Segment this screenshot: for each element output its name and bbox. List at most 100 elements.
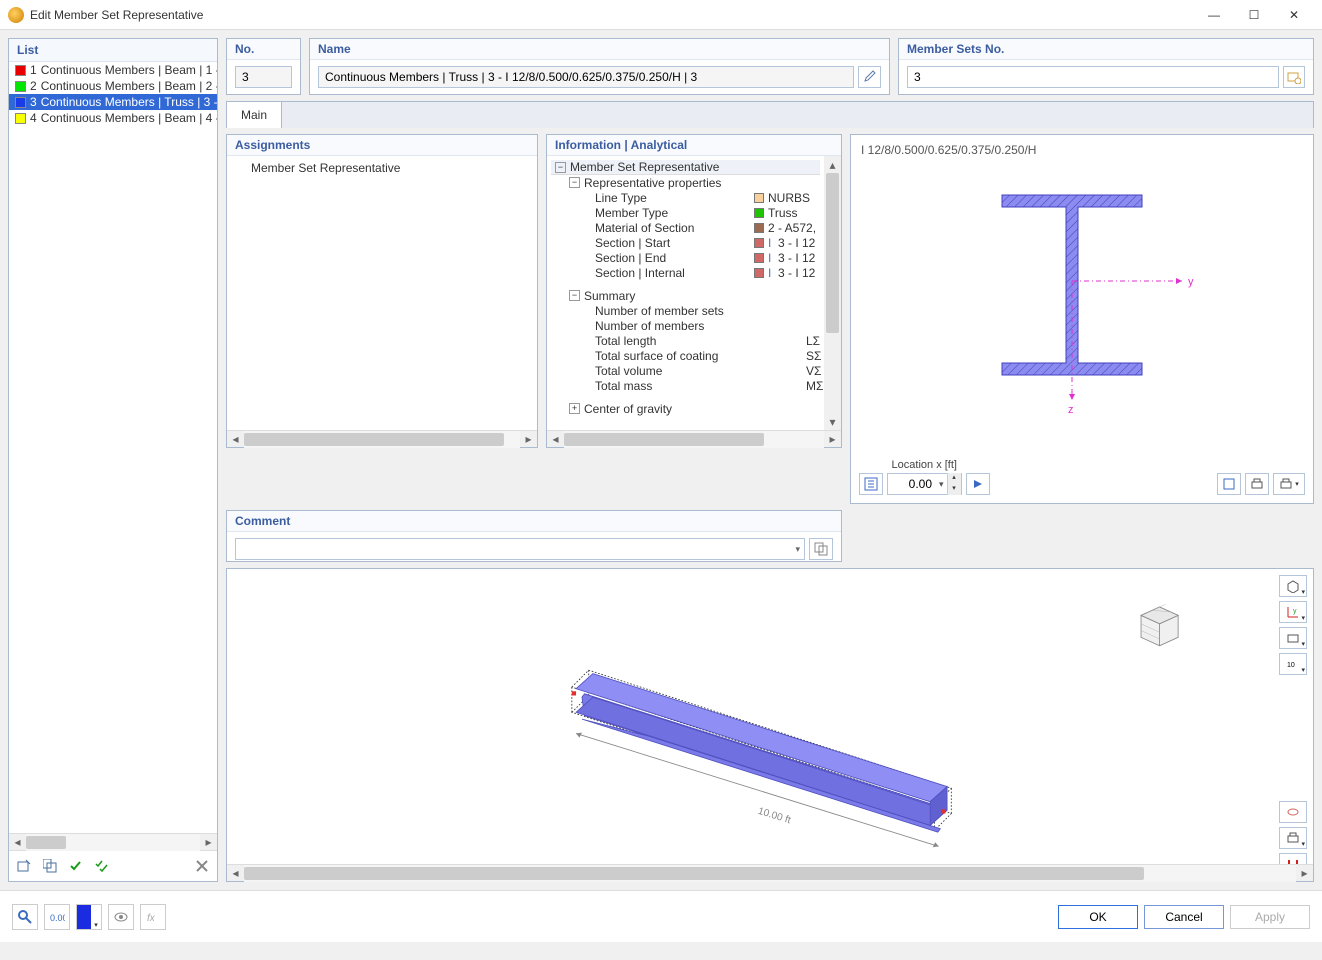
scroll-right-icon[interactable]: ▸	[200, 834, 217, 851]
scroll-left-icon[interactable]: ◂	[547, 431, 564, 448]
location-go-button[interactable]	[966, 473, 990, 495]
scroll-right-icon[interactable]: ▸	[824, 431, 841, 448]
pick-member-sets-button[interactable]	[1283, 66, 1305, 88]
list-item-label: Continuous Members | Beam | 1 -	[41, 63, 217, 77]
maximize-button[interactable]: ☐	[1234, 0, 1274, 30]
list-item-idx: 4	[30, 111, 37, 125]
check-all-button[interactable]	[91, 855, 113, 877]
close-button[interactable]: ✕	[1274, 0, 1314, 30]
info-num-members[interactable]: Number of members	[551, 318, 820, 333]
list-item[interactable]: 3 Continuous Members | Truss | 3 -	[9, 94, 217, 110]
info-summary[interactable]: − Summary	[551, 288, 820, 303]
color-button[interactable]: ▾	[76, 904, 102, 930]
info-scrollbar-h[interactable]: ◂ ▸	[547, 430, 841, 447]
member-sets-group: Member Sets No.	[898, 38, 1314, 95]
color-swatch	[15, 81, 26, 92]
list-item[interactable]: 4 Continuous Members | Beam | 4 -	[9, 110, 217, 126]
comment-combo[interactable]: ▾	[235, 538, 805, 560]
assignments-panel: Assignments Member Set Representative ◂ …	[226, 134, 538, 448]
scroll-up-icon[interactable]: ▴	[824, 156, 841, 173]
scroll-right-icon[interactable]: ▸	[1296, 865, 1313, 882]
info-scrollbar-v[interactable]: ▴ ▾	[824, 156, 841, 430]
copy-item-button[interactable]	[39, 855, 61, 877]
collapse-icon[interactable]: −	[569, 177, 580, 188]
member-sets-field[interactable]	[907, 66, 1279, 88]
info-root[interactable]: − Member Set Representative	[551, 160, 820, 175]
apply-button[interactable]: Apply	[1230, 905, 1310, 929]
info-num-sets[interactable]: Number of member sets	[551, 303, 820, 318]
view-iso-button[interactable]: ▾	[1279, 575, 1307, 597]
info-panel: Information | Analytical − Member Set Re…	[546, 134, 842, 448]
list-scrollbar[interactable]: ◂ ▸	[9, 833, 217, 850]
delete-button[interactable]	[191, 855, 213, 877]
tab-main[interactable]: Main	[227, 102, 282, 128]
view-rotate-button[interactable]	[1279, 801, 1307, 823]
info-total-surface[interactable]: Total surface of coating SΣ	[551, 348, 820, 363]
list-item-idx: 2	[30, 79, 37, 93]
comment-copy-button[interactable]	[809, 538, 833, 560]
search-button[interactable]	[12, 904, 38, 930]
viewer-canvas[interactable]: 10.00 ft	[227, 569, 1313, 881]
scroll-left-icon[interactable]: ◂	[9, 834, 26, 851]
info-line-type[interactable]: Line Type NURBS	[551, 190, 820, 205]
no-field[interactable]	[235, 66, 292, 88]
info-total-length[interactable]: Total length LΣ	[551, 333, 820, 348]
fx-button[interactable]: fx	[140, 904, 166, 930]
section-view-button[interactable]	[1217, 473, 1241, 495]
color-swatch	[15, 97, 26, 108]
scroll-right-icon[interactable]: ▸	[520, 431, 537, 448]
assignments-scrollbar[interactable]: ◂ ▸	[227, 430, 537, 447]
spin-up-icon[interactable]: ▴	[947, 473, 961, 484]
new-item-button[interactable]	[13, 855, 35, 877]
collapse-icon[interactable]: −	[569, 290, 580, 301]
info-cog[interactable]: + Center of gravity	[551, 401, 820, 416]
viewer-panel[interactable]: 10.00 ft ▾ y▾ ▾ 10▾ ▾	[226, 568, 1314, 882]
scroll-left-icon[interactable]: ◂	[227, 431, 244, 448]
info-section-start[interactable]: Section | Start I3 - I 12	[551, 235, 820, 250]
viewer-scrollbar[interactable]: ◂ ▸	[227, 864, 1313, 881]
location-label: Location x [ft]	[892, 459, 957, 471]
info-rep-props[interactable]: − Representative properties	[551, 175, 820, 190]
units-button[interactable]: 0.00	[44, 904, 70, 930]
info-member-type[interactable]: Member Type Truss	[551, 205, 820, 220]
check-button[interactable]	[65, 855, 87, 877]
nav-cube-icon[interactable]	[1141, 604, 1178, 645]
expand-icon[interactable]: +	[569, 403, 580, 414]
view-print-button[interactable]: ▾	[1279, 827, 1307, 849]
info-material[interactable]: Material of Section 2 - A572,	[551, 220, 820, 235]
list-item-label: Continuous Members | Beam | 2 -	[41, 79, 217, 93]
list-item[interactable]: 2 Continuous Members | Beam | 2 -	[9, 78, 217, 94]
ok-button[interactable]: OK	[1058, 905, 1138, 929]
color-swatch	[754, 238, 764, 248]
info-total-mass[interactable]: Total mass MΣ	[551, 378, 820, 393]
info-header: Information | Analytical	[547, 135, 841, 156]
svg-text:0.00: 0.00	[50, 913, 65, 923]
scroll-left-icon[interactable]: ◂	[227, 865, 244, 882]
view-scale-button[interactable]: 10▾	[1279, 653, 1307, 675]
view-tool-button[interactable]	[108, 904, 134, 930]
location-input[interactable]	[888, 477, 936, 491]
collapse-icon[interactable]: −	[555, 162, 566, 173]
view-axis-button[interactable]: y▾	[1279, 601, 1307, 623]
minimize-button[interactable]: —	[1194, 0, 1234, 30]
section-label: I 12/8/0.500/0.625/0.375/0.250/H	[861, 143, 1036, 157]
name-group: Name	[309, 38, 890, 95]
info-section-end[interactable]: Section | End I3 - I 12	[551, 250, 820, 265]
section-preview-panel: I 12/8/0.500/0.625/0.375/0.250/H y z	[850, 134, 1314, 504]
info-total-volume[interactable]: Total volume VΣ	[551, 363, 820, 378]
location-pick-button[interactable]	[859, 473, 883, 495]
titlebar: Edit Member Set Representative — ☐ ✕	[0, 0, 1322, 30]
scroll-down-icon[interactable]: ▾	[824, 413, 841, 430]
cancel-button[interactable]: Cancel	[1144, 905, 1224, 929]
list-item[interactable]: 1 Continuous Members | Beam | 1 -	[9, 62, 217, 78]
spin-down-icon[interactable]: ▾	[947, 484, 961, 495]
edit-name-button[interactable]	[858, 66, 881, 88]
info-section-internal[interactable]: Section | Internal I3 - I 12	[551, 265, 820, 280]
location-spinner[interactable]: ▾ ▴ ▾	[887, 473, 962, 495]
assignments-root[interactable]: Member Set Representative	[231, 160, 533, 175]
view-display-button[interactable]: ▾	[1279, 627, 1307, 649]
footer: 0.00 ▾ fx OK Cancel Apply	[0, 890, 1322, 942]
name-field[interactable]	[318, 66, 854, 88]
section-print-button[interactable]	[1245, 473, 1269, 495]
section-print-dropdown[interactable]: ▾	[1273, 473, 1305, 495]
